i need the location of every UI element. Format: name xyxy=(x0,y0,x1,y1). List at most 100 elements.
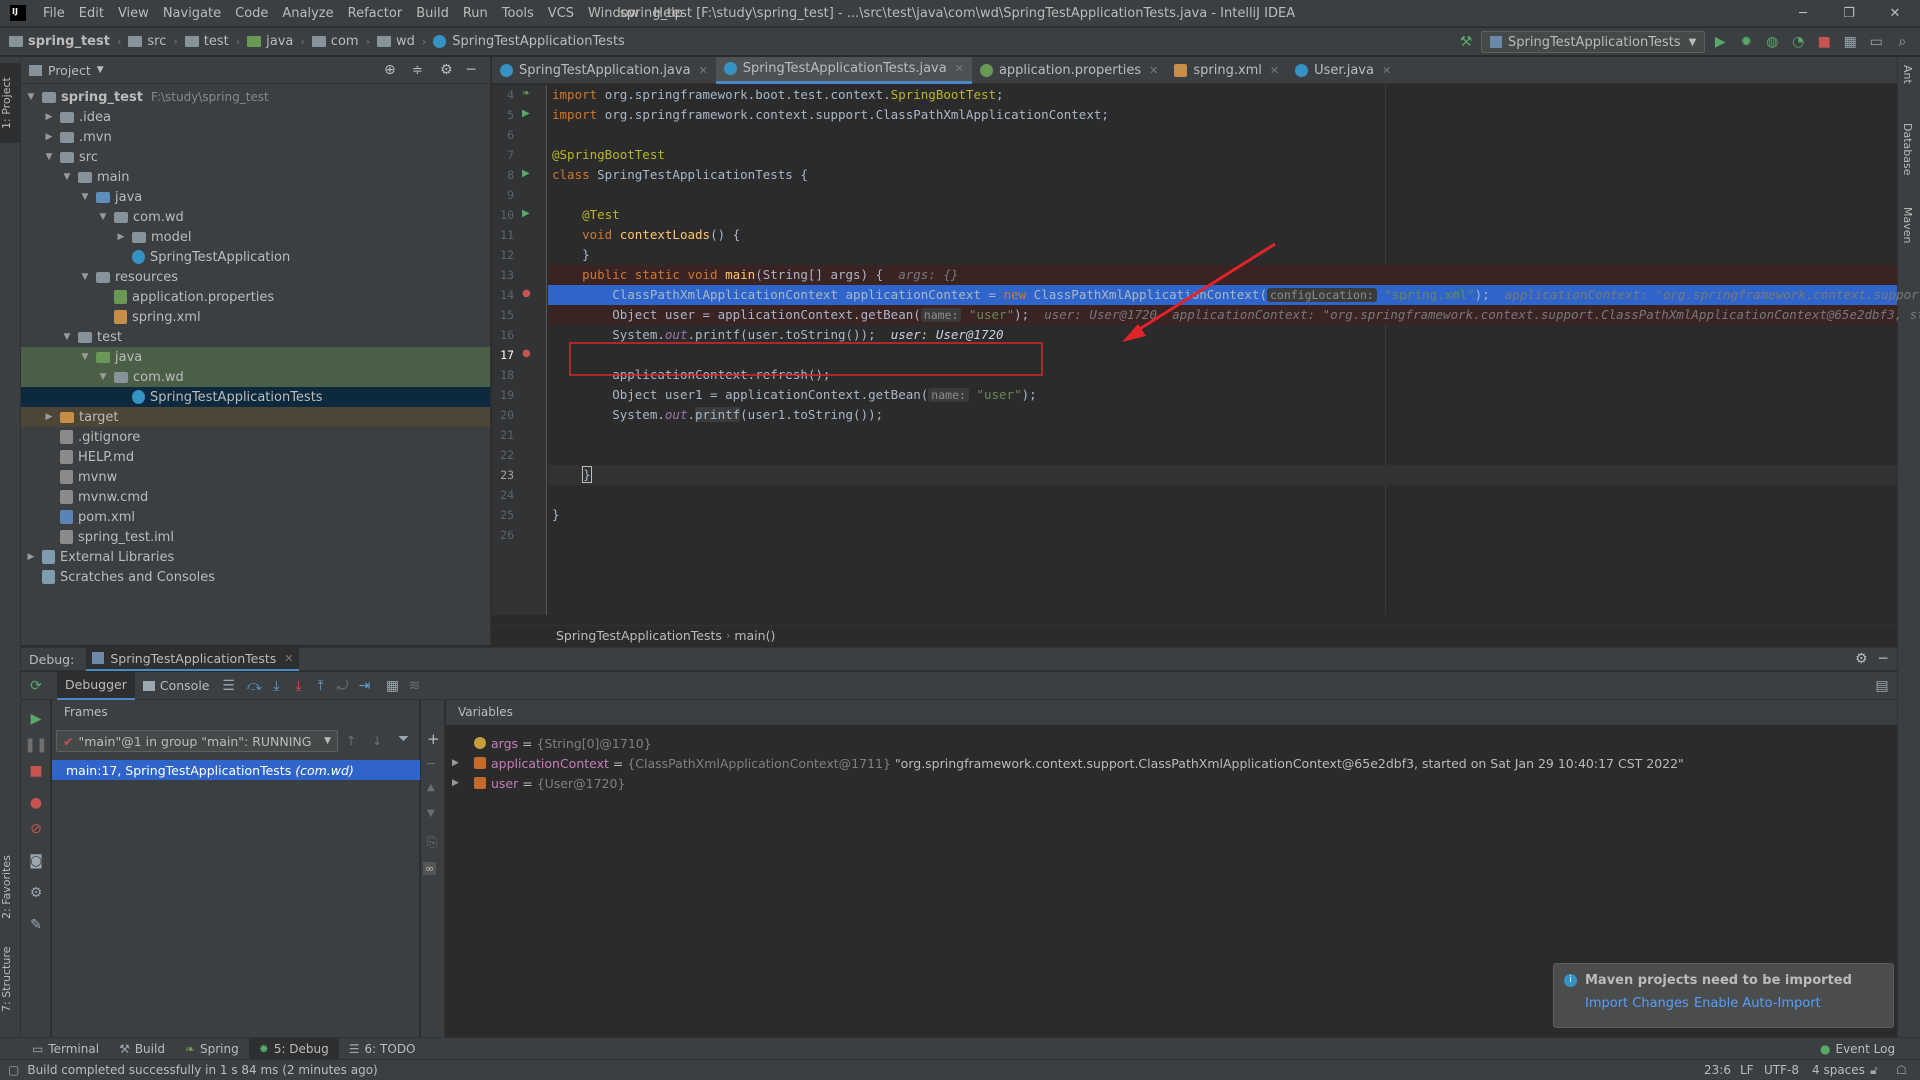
breadcrumb-test[interactable]: test xyxy=(182,34,232,49)
move-up-icon[interactable]: ▲ xyxy=(427,782,435,793)
caret-position[interactable]: 23:6 xyxy=(1704,1063,1731,1077)
terminal-tab[interactable]: ▭ Terminal xyxy=(22,1042,109,1056)
breakpoint-icon[interactable]: ● xyxy=(522,288,531,299)
project-tree-item[interactable]: ▶ External Libraries xyxy=(21,547,490,567)
todo-tab[interactable]: ☰ 6: TODO xyxy=(339,1042,426,1056)
resume-icon[interactable]: ▶ xyxy=(25,708,47,730)
variable-row[interactable]: args = {String[0]@1710} xyxy=(446,733,1897,753)
editor-tab[interactable]: User.java ✕ xyxy=(1287,57,1399,84)
project-tree-item[interactable]: HELP.md xyxy=(21,447,490,467)
variable-row[interactable]: ▶ user = {User@1720} xyxy=(446,773,1897,793)
project-tree-item[interactable]: pom.xml xyxy=(21,507,490,527)
expanded-arrow-icon[interactable]: ▼ xyxy=(61,172,73,182)
collapsed-arrow-icon[interactable]: ▶ xyxy=(452,778,468,788)
gear-icon[interactable]: ⚙ xyxy=(25,882,47,904)
breakpoint-icon[interactable]: ● xyxy=(522,348,531,359)
event-log-tab[interactable]: ● Event Log xyxy=(1810,1042,1905,1056)
import-changes-link[interactable]: Import Changes xyxy=(1585,996,1689,1011)
run-gutter-icon[interactable]: ▶ xyxy=(522,168,530,179)
camera-icon[interactable]: ◙ xyxy=(25,850,47,872)
build-tab[interactable]: ⚒ Build xyxy=(109,1042,175,1056)
structure-tool-tab[interactable]: 7: Structure xyxy=(0,937,21,1022)
remove-watch-icon[interactable]: ─ xyxy=(427,756,435,771)
project-structure-icon[interactable]: ▦ xyxy=(1839,31,1861,53)
project-tool-tab[interactable]: 1: Project xyxy=(0,63,21,143)
project-tree-item[interactable]: SpringTestApplication xyxy=(21,247,490,267)
build-hammer-icon[interactable]: ⚒ xyxy=(1455,31,1477,53)
locate-icon[interactable]: ⊕ xyxy=(384,62,396,78)
menu-edit[interactable]: Edit xyxy=(72,0,111,27)
pause-icon[interactable]: ❚❚ xyxy=(24,734,47,756)
code-editor[interactable]: import org.springframework.boot.test.con… xyxy=(548,85,1920,615)
show-watches-icon[interactable]: ∞ xyxy=(423,862,437,875)
project-tree-item[interactable]: spring.xml xyxy=(21,307,490,327)
notifications-icon[interactable]: ☖ xyxy=(1896,1063,1907,1077)
copy-icon[interactable]: ⎘ xyxy=(427,834,437,850)
stop-icon[interactable]: ■ xyxy=(25,760,47,782)
expanded-arrow-icon[interactable]: ▼ xyxy=(61,332,73,342)
minimize-button[interactable]: ─ xyxy=(1780,0,1826,27)
close-icon[interactable]: ✕ xyxy=(955,62,964,75)
project-tree-item[interactable]: .gitignore xyxy=(21,427,490,447)
enable-auto-import-link[interactable]: Enable Auto-Import xyxy=(1694,996,1821,1011)
evaluate-expression-icon[interactable]: ▦ xyxy=(382,675,404,697)
step-over-icon[interactable]: ⤼ xyxy=(244,675,266,697)
close-icon[interactable]: ✕ xyxy=(1382,64,1391,77)
thread-select[interactable]: ✔ "main"@1 in group "main": RUNNING ▼ xyxy=(56,730,338,752)
close-icon[interactable]: ✕ xyxy=(699,64,708,77)
project-tree-item[interactable]: ▶ model xyxy=(21,227,490,247)
expanded-arrow-icon[interactable]: ▼ xyxy=(43,152,55,162)
menu-run[interactable]: Run xyxy=(456,0,495,27)
project-tree-item[interactable]: ▼ test xyxy=(21,327,490,347)
expanded-arrow-icon[interactable]: ▼ xyxy=(25,92,37,102)
expanded-arrow-icon[interactable]: ▼ xyxy=(97,212,109,222)
project-tree-item[interactable]: Scratches and Consoles xyxy=(21,567,490,587)
spring-bean-gutter-icon[interactable]: ❧ xyxy=(522,88,530,99)
profile-icon[interactable]: ◔ xyxy=(1787,31,1809,53)
status-icon[interactable]: ▢ xyxy=(8,1063,19,1077)
maximize-button[interactable]: ❐ xyxy=(1826,0,1872,27)
menu-navigate[interactable]: Navigate xyxy=(156,0,228,27)
mute-breakpoints-icon[interactable]: ⊘ xyxy=(25,818,47,840)
run-to-cursor-icon[interactable]: ⇥ xyxy=(354,675,376,697)
breadcrumb-class[interactable]: SpringTestApplicationTests xyxy=(430,34,628,49)
editor-tab[interactable]: spring.xml ✕ xyxy=(1166,57,1287,84)
step-out-icon[interactable]: ⤒ xyxy=(310,675,332,697)
collapsed-arrow-icon[interactable]: ▶ xyxy=(43,112,55,122)
indent-setting[interactable]: 4 spaces xyxy=(1812,1063,1865,1077)
collapse-all-icon[interactable]: ≑ xyxy=(412,63,423,78)
project-tree-item[interactable]: ▼ spring_test F:\study\spring_test xyxy=(21,87,490,107)
editor-crumb-method[interactable]: main() xyxy=(734,628,775,643)
drop-frame-icon[interactable]: ⤾ xyxy=(332,675,354,697)
lock-icon[interactable]: 🔓︎ xyxy=(1870,1063,1878,1078)
collapsed-arrow-icon[interactable]: ▶ xyxy=(43,132,55,142)
expanded-arrow-icon[interactable]: ▼ xyxy=(79,192,91,202)
expanded-arrow-icon[interactable]: ▼ xyxy=(79,272,91,282)
run-configuration-select[interactable]: SpringTestApplicationTests ▼ xyxy=(1481,31,1706,53)
menu-analyze[interactable]: Analyze xyxy=(275,0,340,27)
project-tree-item[interactable]: application.properties xyxy=(21,287,490,307)
collapsed-arrow-icon[interactable]: ▶ xyxy=(25,552,37,562)
collapsed-arrow-icon[interactable]: ▶ xyxy=(115,232,127,242)
collapsed-arrow-icon[interactable]: ▶ xyxy=(43,412,55,422)
close-icon[interactable]: ✕ xyxy=(1149,64,1158,77)
project-tree-item[interactable]: ▼ src xyxy=(21,147,490,167)
editor-tab[interactable]: SpringTestApplicationTests.java ✕ xyxy=(715,56,972,84)
run-gutter-icon[interactable]: ▶ xyxy=(522,208,530,219)
pin-icon[interactable]: ✎ xyxy=(25,914,47,936)
menu-build[interactable]: Build xyxy=(409,0,456,27)
move-down-icon[interactable]: ▼ xyxy=(427,808,435,819)
line-separator[interactable]: LF xyxy=(1740,1063,1754,1077)
file-encoding[interactable]: UTF-8 xyxy=(1764,1063,1799,1077)
menu-tools[interactable]: Tools xyxy=(495,0,541,27)
force-step-into-icon[interactable]: ⤓ xyxy=(288,675,310,697)
project-tree-item[interactable]: mvnw.cmd xyxy=(21,487,490,507)
layout-icon[interactable]: ▭ xyxy=(1865,31,1887,53)
menu-view[interactable]: View xyxy=(111,0,156,27)
chevron-down-icon[interactable]: ▼ xyxy=(97,65,104,75)
breadcrumb-wd[interactable]: wd xyxy=(374,34,418,49)
editor-crumb-class[interactable]: SpringTestApplicationTests xyxy=(556,628,722,643)
spring-tab[interactable]: ❧ Spring xyxy=(175,1042,249,1056)
gear-icon[interactable]: ⚙ xyxy=(440,62,453,78)
menu-vcs[interactable]: VCS xyxy=(541,0,581,27)
